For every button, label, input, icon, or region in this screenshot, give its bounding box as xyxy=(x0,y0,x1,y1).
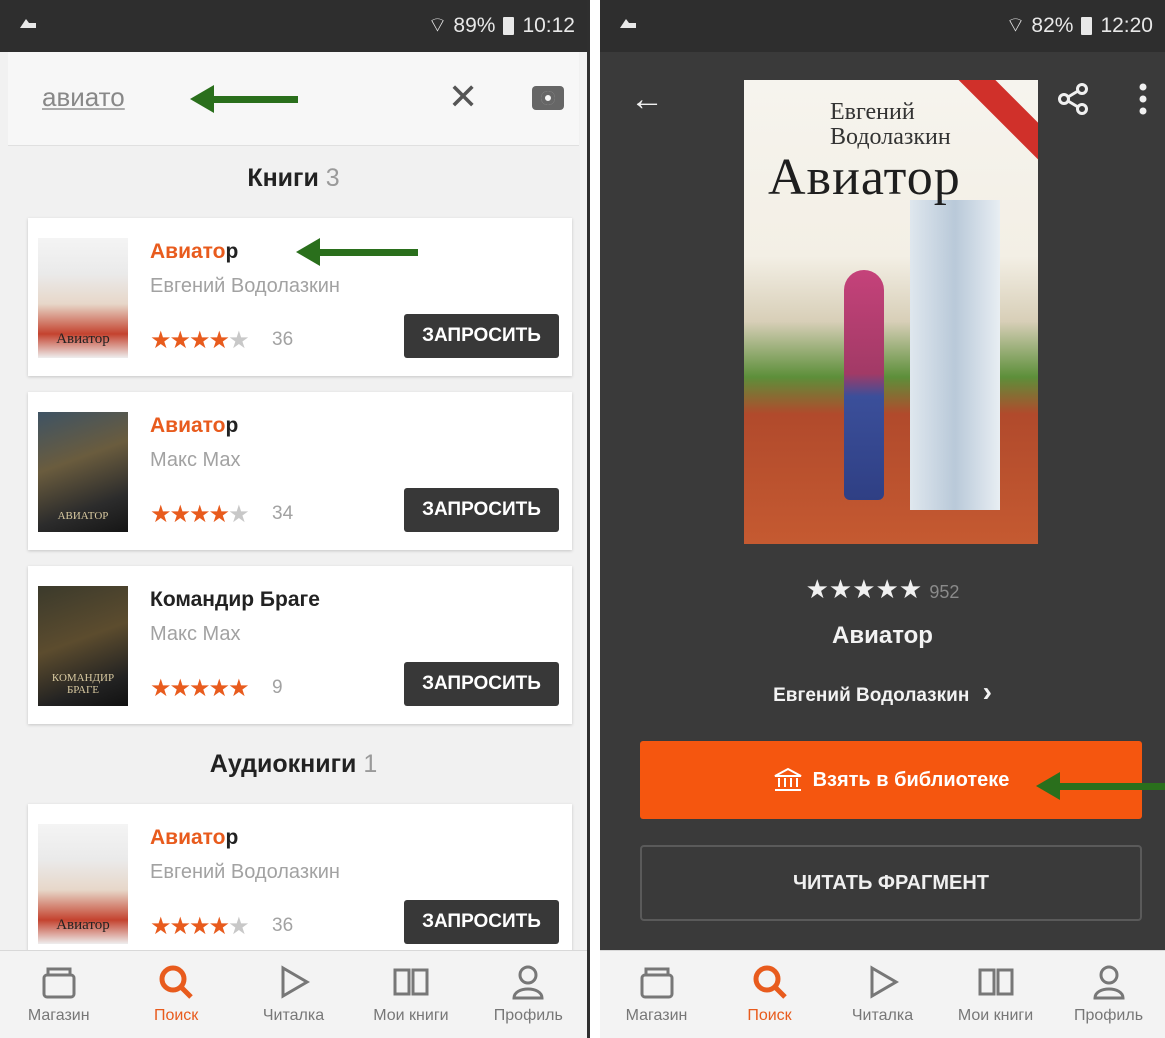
result-card[interactable]: Авиатор Авиатор Евгений Водолазкин ★★★★★… xyxy=(28,804,572,962)
book-title: Авиатор xyxy=(832,622,933,649)
share-icon[interactable] xyxy=(1056,82,1090,116)
book-cover-large: Евгений Водолазкин Авиатор xyxy=(744,80,1038,544)
clear-search-icon[interactable]: ✕ xyxy=(448,76,478,118)
book-detail-screen: ⌔ 82% 12:20 ← Евгений Водолазкин Авиатор… xyxy=(600,0,1165,1038)
request-button[interactable]: ЗАПРОСИТЬ xyxy=(404,662,559,706)
nav-store[interactable]: Магазин xyxy=(600,951,713,1038)
library-icon xyxy=(774,767,802,791)
book-author: Евгений Водолазкин xyxy=(150,275,340,297)
nav-reader[interactable]: Читалка xyxy=(826,951,939,1038)
book-cover: Авиатор xyxy=(38,238,128,358)
search-icon xyxy=(157,963,195,1001)
nav-search[interactable]: Поиск xyxy=(713,951,826,1038)
camera-icon[interactable] xyxy=(532,86,564,110)
nav-search[interactable]: Поиск xyxy=(117,951,234,1038)
book-author: Макс Мах xyxy=(150,449,241,471)
result-card[interactable]: АВИАТОР Авиатор Макс Мах ★★★★★ 34 ЗАПРОС… xyxy=(28,392,572,550)
more-options-icon[interactable] xyxy=(1138,82,1148,116)
annotation-arrow xyxy=(190,85,298,113)
back-arrow-icon[interactable]: ← xyxy=(630,80,664,119)
books-section-title: Книги 3 xyxy=(247,164,340,192)
book-author: Евгений Водолазкин xyxy=(150,861,340,883)
chevron-right-icon: › xyxy=(982,676,992,707)
book-icon xyxy=(977,963,1015,1001)
cover-title: Авиатор xyxy=(768,149,961,206)
cover-author: Евгений Водолазкин xyxy=(830,99,951,150)
rating-count: 34 xyxy=(272,503,294,524)
book-icon xyxy=(392,963,430,1001)
request-button[interactable]: ЗАПРОСИТЬ xyxy=(404,488,559,532)
book-cover: КОМАНДИР БРАГЕ xyxy=(38,586,128,706)
nav-store[interactable]: Магазин xyxy=(0,951,117,1038)
clock: 10:12 xyxy=(522,14,575,37)
nav-profile[interactable]: Профиль xyxy=(470,951,587,1038)
book-title: Авиатор xyxy=(150,826,239,849)
book-title: Авиатор xyxy=(150,240,239,263)
rating: ★★★★★ 952 xyxy=(600,574,1165,605)
rating-count: 36 xyxy=(272,915,294,936)
rating-stars: ★★★★★ xyxy=(150,501,250,528)
wifi-signal-icon: ⌔ xyxy=(427,14,448,37)
search-screen: ⌔ 89% 10:12 ✕ Книги 3 Авиатор Авиатор Ев… xyxy=(0,0,590,1038)
take-from-library-button[interactable]: Взять в библиотеке xyxy=(640,741,1142,819)
bottom-nav: Магазин Поиск Читалка Мои книги Профиль xyxy=(0,950,587,1038)
profile-icon xyxy=(1090,963,1128,1001)
battery-icon xyxy=(503,17,515,35)
play-icon xyxy=(275,963,313,1001)
store-icon xyxy=(40,963,78,1001)
annotation-arrow xyxy=(1036,772,1165,800)
author-link[interactable]: Евгений Водолазкин › xyxy=(600,676,1165,708)
book-title: Авиатор xyxy=(150,414,239,437)
status-bar: ⌔ 89% 10:12 xyxy=(0,0,587,52)
search-icon xyxy=(751,963,789,1001)
profile-icon xyxy=(509,963,547,1001)
nav-my-books[interactable]: Мои книги xyxy=(352,951,469,1038)
request-button[interactable]: ЗАПРОСИТЬ xyxy=(404,900,559,944)
notification-icon xyxy=(620,19,636,28)
result-card[interactable]: КОМАНДИР БРАГЕ Командир Браге Макс Мах ★… xyxy=(28,566,572,724)
book-author: Макс Мах xyxy=(150,623,241,645)
notification-icon xyxy=(20,19,36,28)
rating-stars: ★★★★★ xyxy=(150,675,250,702)
book-cover: АВИАТОР xyxy=(38,412,128,532)
bottom-nav: Магазин Поиск Читалка Мои книги Профиль xyxy=(600,950,1165,1038)
rating-count: 9 xyxy=(272,677,283,698)
rating-stars: ★★★★★ xyxy=(150,327,250,354)
rating-stars: ★★★★★ xyxy=(150,913,250,940)
wifi-signal-icon: ⌔ xyxy=(1005,14,1026,37)
nav-reader[interactable]: Читалка xyxy=(235,951,352,1038)
cover-art-pillar xyxy=(910,200,1000,510)
search-input[interactable] xyxy=(42,82,202,113)
book-cover: Авиатор xyxy=(38,824,128,944)
clock: 12:20 xyxy=(1100,14,1153,37)
battery-icon xyxy=(1081,17,1093,35)
nav-my-books[interactable]: Мои книги xyxy=(939,951,1052,1038)
status-bar: ⌔ 82% 12:20 xyxy=(600,0,1165,52)
rating-stars: ★★★★★ xyxy=(805,574,923,604)
request-button[interactable]: ЗАПРОСИТЬ xyxy=(404,314,559,358)
rating-count: 36 xyxy=(272,329,294,350)
battery-percent: 82% xyxy=(1031,14,1074,37)
nav-profile[interactable]: Профиль xyxy=(1052,951,1165,1038)
play-icon xyxy=(864,963,902,1001)
cover-art-figure xyxy=(844,270,884,500)
rating-count: 952 xyxy=(929,582,960,602)
annotation-arrow xyxy=(296,238,418,266)
battery-percent: 89% xyxy=(453,14,496,37)
audiobooks-section-title: Аудиокниги 1 xyxy=(209,750,378,778)
read-fragment-button[interactable]: ЧИТАТЬ ФРАГМЕНТ xyxy=(640,845,1142,921)
store-icon xyxy=(638,963,676,1001)
book-title: Командир Браге xyxy=(150,588,320,611)
